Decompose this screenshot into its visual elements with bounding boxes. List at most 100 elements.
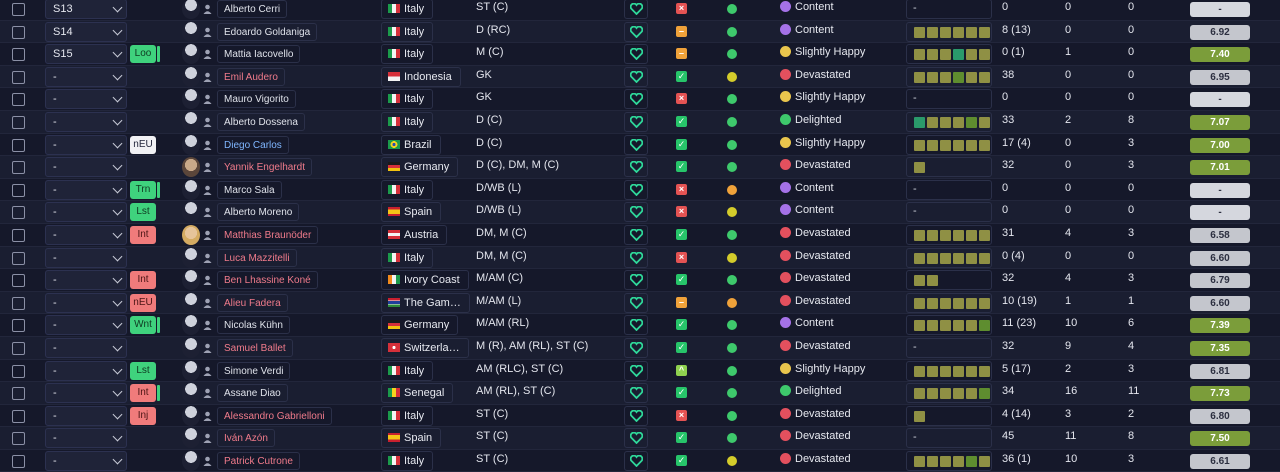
form-cell[interactable]	[906, 292, 992, 313]
squad-number-select[interactable]: -	[45, 224, 127, 245]
heart-button[interactable]	[624, 292, 648, 313]
player-name-link[interactable]: Nicolas Kühn	[217, 316, 290, 335]
nationality-field[interactable]: Italy	[381, 89, 434, 110]
nationality-field[interactable]: Indonesia	[381, 66, 461, 87]
squad-number-select[interactable]: -	[45, 337, 127, 358]
player-name-link[interactable]: Yannik Engelhardt	[217, 158, 312, 177]
squad-number-select[interactable]: -	[45, 134, 127, 155]
row-checkbox[interactable]	[12, 161, 25, 175]
table-row[interactable]: - nEU Alieu Fadera The Gam… M/AM (L) – D…	[0, 291, 1280, 315]
form-cell[interactable]	[906, 270, 992, 291]
heart-button[interactable]	[624, 89, 648, 110]
player-name-link[interactable]: Alieu Fadera	[217, 293, 288, 312]
status-badge[interactable]: Wnt	[130, 316, 160, 335]
nationality-field[interactable]: Italy	[381, 360, 434, 381]
form-cell[interactable]	[906, 134, 992, 155]
squad-number-select[interactable]: -	[45, 247, 127, 268]
player-name-link[interactable]: Luca Mazzitelli	[217, 248, 297, 267]
heart-button[interactable]	[624, 21, 648, 42]
row-checkbox[interactable]	[12, 319, 25, 333]
nationality-field[interactable]: The Gam…	[381, 292, 470, 313]
player-name-link[interactable]: Matthias Braunöder	[217, 225, 319, 244]
nationality-field[interactable]: Italy	[381, 44, 434, 65]
table-row[interactable]: - Iván Azón Spain ST (C) ✓ Devastated - …	[0, 427, 1280, 450]
status-badge[interactable]: Int	[130, 384, 160, 403]
form-cell[interactable]	[906, 44, 992, 65]
form-cell[interactable]: -	[906, 428, 992, 449]
heart-button[interactable]	[624, 315, 648, 336]
heart-button[interactable]	[624, 405, 648, 426]
table-row[interactable]: - Emil Audero Indonesia GK ✓ Devastated …	[0, 65, 1280, 89]
player-name-link[interactable]: Emil Audero	[217, 67, 285, 86]
heart-button[interactable]	[624, 383, 648, 404]
status-badge[interactable]: Inj	[130, 406, 156, 425]
squad-number-select[interactable]: -	[45, 450, 127, 471]
table-row[interactable]: S13 Alberto Cerri Italy ST (C) × Content…	[0, 0, 1280, 21]
form-cell[interactable]	[906, 450, 992, 471]
table-row[interactable]: - nEU Diego Carlos Brazil D (C) ✓ Slight…	[0, 134, 1280, 157]
player-name-link[interactable]: Marco Sala	[217, 180, 282, 199]
nationality-field[interactable]: Senegal	[381, 383, 454, 404]
player-name-link[interactable]: Iván Azón	[217, 429, 275, 448]
form-cell[interactable]	[906, 405, 992, 426]
status-badge[interactable]: Trn	[130, 180, 160, 199]
row-checkbox[interactable]	[12, 70, 25, 84]
squad-number-select[interactable]: -	[45, 179, 127, 200]
table-row[interactable]: - Trn Marco Sala Italy D/WB (L) × Conten…	[0, 179, 1280, 202]
table-row[interactable]: - Alberto Dossena Italy D (C) ✓ Delighte…	[0, 110, 1280, 134]
row-checkbox[interactable]	[12, 454, 25, 468]
player-name-link[interactable]: Alessandro Gabrielloni	[217, 406, 332, 425]
row-checkbox[interactable]	[12, 3, 25, 16]
nationality-field[interactable]: Germany	[381, 315, 459, 336]
table-row[interactable]: - Samuel Ballet Switzerla… M (R), AM (RL…	[0, 336, 1280, 360]
table-row[interactable]: - Wnt Nicolas Kühn Germany M/AM (RL) ✓ C…	[0, 314, 1280, 337]
squad-number-select[interactable]: -	[45, 428, 127, 449]
nationality-field[interactable]: Italy	[381, 179, 434, 200]
table-row[interactable]: - Int Matthias Braunöder Austria DM, M (…	[0, 224, 1280, 247]
player-name-link[interactable]: Assane Diao	[217, 384, 288, 403]
squad-number-select[interactable]: S14	[45, 21, 127, 42]
nationality-field[interactable]: Austria	[381, 224, 448, 245]
form-cell[interactable]	[906, 315, 992, 336]
heart-button[interactable]	[624, 111, 648, 132]
form-cell[interactable]: -	[906, 337, 992, 358]
form-cell[interactable]	[906, 247, 992, 268]
player-name-link[interactable]: Mauro Vigorito	[217, 90, 296, 109]
squad-number-select[interactable]: -	[45, 360, 127, 381]
player-name-link[interactable]: Alberto Dossena	[217, 112, 305, 131]
heart-button[interactable]	[624, 44, 648, 65]
nationality-field[interactable]: Italy	[381, 111, 434, 132]
status-badge[interactable]: Lst	[130, 203, 156, 222]
form-cell[interactable]	[906, 157, 992, 178]
row-checkbox[interactable]	[12, 432, 25, 446]
nationality-field[interactable]: Spain	[381, 202, 442, 223]
player-name-link[interactable]: Samuel Ballet	[217, 338, 293, 357]
heart-button[interactable]	[624, 202, 648, 223]
nationality-field[interactable]: Germany	[381, 157, 459, 178]
heart-button[interactable]	[624, 0, 648, 19]
nationality-field[interactable]: Spain	[381, 428, 442, 449]
squad-number-select[interactable]: -	[45, 89, 127, 110]
form-cell[interactable]: -	[906, 89, 992, 110]
heart-button[interactable]	[624, 270, 648, 291]
row-checkbox[interactable]	[12, 341, 25, 355]
squad-number-select[interactable]: -	[45, 270, 127, 291]
form-cell[interactable]: -	[906, 179, 992, 200]
squad-number-select[interactable]: -	[45, 405, 127, 426]
nationality-field[interactable]: Italy	[381, 405, 434, 426]
heart-button[interactable]	[624, 337, 648, 358]
status-badge[interactable]: nEU	[130, 135, 156, 154]
row-checkbox[interactable]	[12, 251, 25, 265]
squad-number-select[interactable]: -	[45, 315, 127, 336]
heart-button[interactable]	[624, 360, 648, 381]
nationality-field[interactable]: Switzerla…	[381, 337, 469, 358]
table-row[interactable]: S15 Loo Mattia Iacovello Italy M (C) – S…	[0, 43, 1280, 66]
table-row[interactable]: - Lst Alberto Moreno Spain D/WB (L) × Co…	[0, 201, 1280, 224]
player-name-link[interactable]: Patrick Cutrone	[217, 451, 300, 470]
squad-number-select[interactable]: -	[45, 111, 127, 132]
row-checkbox[interactable]	[12, 206, 25, 220]
table-row[interactable]: - Yannik Engelhardt Germany D (C), DM, M…	[0, 156, 1280, 179]
nationality-field[interactable]: Italy	[381, 21, 434, 42]
row-checkbox[interactable]	[12, 138, 25, 152]
heart-button[interactable]	[624, 224, 648, 245]
